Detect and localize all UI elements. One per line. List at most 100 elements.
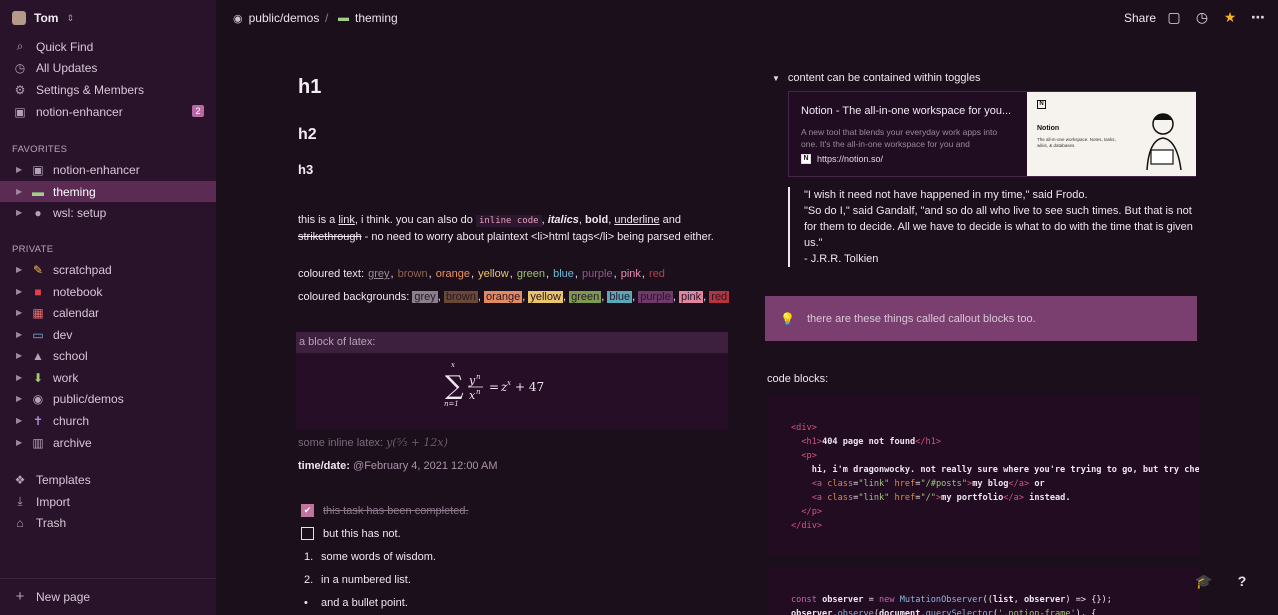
breadcrumb-label: theming <box>355 11 398 25</box>
coloured-text-brown: brown <box>397 268 428 280</box>
breadcrumb-public-demos[interactable]: ◉ public/demos <box>233 11 319 25</box>
toggle-arrow-icon[interactable]: ▶ <box>16 187 26 196</box>
toggle-block[interactable]: ▼ content can be contained within toggle… <box>772 72 981 84</box>
coloured-background-pink: pink <box>678 291 704 303</box>
coloured-background-green: green <box>569 291 602 303</box>
sidebar-item-scratchpad[interactable]: ▶ ✎ scratchpad <box>0 259 216 280</box>
quote-block: "I wish it need not have happened in my … <box>788 187 1198 267</box>
quote-line: "So do I," said Gandalf, "and so do all … <box>804 205 1193 249</box>
quote-line: "I wish it need not have happened in my … <box>804 189 1088 201</box>
svg-text:y: y <box>468 374 476 387</box>
sidebar-item-settings[interactable]: ⚙ Settings & Members <box>0 79 216 100</box>
sidebar-item-all-updates[interactable]: ◷ All Updates <box>0 57 216 78</box>
list-separator: , <box>390 268 397 280</box>
sidebar-item-label: Trash <box>36 515 67 530</box>
lightbulb-icon[interactable]: 💡 <box>780 312 795 326</box>
latex-label: a block of latex: <box>296 332 728 353</box>
checkbox-checked[interactable]: ✔ <box>301 504 314 517</box>
strikethrough-text: strikethrough <box>298 231 362 243</box>
sidebar-item-notebook[interactable]: ▶ ■ notebook <box>0 281 216 302</box>
quote-attribution: - J.R.R. Tolkien <box>804 253 879 265</box>
sidebar-item-archive[interactable]: ▶ ▥ archive <box>0 432 216 453</box>
sidebar-item-quick-find[interactable]: ⌕ Quick Find <box>0 36 216 57</box>
callout-text: there are these things called callout bl… <box>806 312 1036 325</box>
sidebar-item-label: dev <box>53 327 73 342</box>
sidebar-item-notion-enhancer[interactable]: ▣ notion-enhancer 2 <box>0 101 216 122</box>
text-run: and <box>659 214 682 226</box>
toggle-open-icon[interactable]: ▼ <box>772 74 780 83</box>
toggle-arrow-icon[interactable]: ▶ <box>16 394 26 403</box>
workspace-switcher[interactable]: Tom ⇕ <box>12 10 74 26</box>
inline-link[interactable]: link <box>338 214 355 226</box>
templates-icon: ❖ <box>14 472 26 487</box>
sidebar-item-templates[interactable]: ❖ Templates <box>0 469 216 490</box>
coloured-text-label: coloured text: <box>298 268 365 280</box>
clock-icon: ◷ <box>14 60 26 75</box>
breadcrumb-theming[interactable]: ▬ theming <box>338 11 398 25</box>
sidebar-item-dev[interactable]: ▶ ▭ dev <box>0 324 216 345</box>
eye-icon: ◉ <box>233 12 243 25</box>
toggle-arrow-icon[interactable]: ▶ <box>16 373 26 382</box>
sidebar-item-trash[interactable]: ⌂ Trash <box>0 512 216 533</box>
code-block-html[interactable]: <div> <h1>404 page not found</h1> <p> hi… <box>767 396 1199 556</box>
new-page-button[interactable]: + New page <box>0 586 216 607</box>
toggle-arrow-icon[interactable]: ▶ <box>16 208 26 217</box>
history-icon[interactable]: ◷ <box>1194 9 1210 25</box>
sidebar-item-theming[interactable]: ▶ ▬ theming <box>0 181 216 202</box>
heading-1: h1 <box>298 76 322 98</box>
sidebar-item-label: scratchpad <box>53 262 112 277</box>
bold-text: bold <box>585 214 609 226</box>
svg-text:x: x <box>469 389 476 402</box>
sidebar-item-label: school <box>53 348 88 363</box>
checkbox-unchecked[interactable] <box>301 527 314 540</box>
bookmark-url-text: https://notion.so/ <box>817 154 884 164</box>
bookmark-card[interactable]: Notion - The all-in-one workspace for yo… <box>788 91 1196 177</box>
coloured-text-blue: blue <box>553 268 574 280</box>
eye-icon: ◉ <box>32 391 44 406</box>
sidebar-item-calendar[interactable]: ▶ ▦ calendar <box>0 302 216 323</box>
svg-text:n: n <box>476 388 481 396</box>
sidebar-item-notion-enhancer-fav[interactable]: ▶ ▣ notion-enhancer <box>0 159 216 180</box>
sidebar-item-school[interactable]: ▶ ▲ school <box>0 345 216 366</box>
toggle-arrow-icon[interactable]: ▶ <box>16 438 26 447</box>
graduation-cap-icon[interactable]: 🎓 <box>1194 571 1214 591</box>
page-icon: ▣ <box>32 162 44 177</box>
sidebar-item-label: archive <box>53 435 92 450</box>
coloured-background-grey: grey <box>412 291 438 303</box>
comments-icon[interactable]: ▢ <box>1166 9 1182 25</box>
sidebar-item-wsl-setup[interactable]: ▶ ● wsl: setup <box>0 202 216 223</box>
sidebar-divider <box>0 578 216 579</box>
sidebar-item-label: theming <box>53 184 96 199</box>
thumbnail-subtitle: The all-in-one workspace. Notes, tasks, … <box>1037 137 1116 148</box>
coloured-backgrounds-list: grey, brown, orange, yellow, green, blue… <box>412 291 730 303</box>
toggle-arrow-icon[interactable]: ▶ <box>16 416 26 425</box>
gear-icon: ⚙ <box>14 82 26 97</box>
toggle-arrow-icon[interactable]: ▶ <box>16 287 26 296</box>
sidebar-item-import[interactable]: ⤓ Import <box>0 491 216 512</box>
sidebar-item-public-demos[interactable]: ▶ ◉ public/demos <box>0 388 216 409</box>
bookmark-url: N https://notion.so/ <box>801 154 883 164</box>
numbered-list-item: 2. in a numbered list. <box>304 574 411 586</box>
toggle-arrow-icon[interactable]: ▶ <box>16 165 26 174</box>
datetime-line: time/date: @February 4, 2021 12:00 AM <box>298 460 498 472</box>
toggle-arrow-icon[interactable]: ▶ <box>16 330 26 339</box>
list-separator: , <box>613 268 620 280</box>
more-options-icon[interactable]: ⋯ <box>1250 9 1266 25</box>
sidebar-item-work[interactable]: ▶ ⬇ work <box>0 367 216 388</box>
latex-block[interactable]: x ∑ n=1 y n x n = z x + 47 <box>296 353 728 429</box>
sidebar-item-church[interactable]: ▶ ✝ church <box>0 410 216 431</box>
cap-icon: ▲ <box>32 348 44 363</box>
todo-item: ✔ this task has been completed. <box>301 504 469 517</box>
inline-latex-equation[interactable]: y(⁵⁄₃ + 12x) <box>386 436 448 449</box>
list-separator: , <box>509 268 516 280</box>
favorite-star-icon[interactable]: ★ <box>1222 9 1238 25</box>
toggle-arrow-icon[interactable]: ▶ <box>16 308 26 317</box>
help-question-icon[interactable]: ? <box>1232 571 1252 591</box>
code-block-js[interactable]: const observer = new MutationObserver((l… <box>767 567 1199 615</box>
sidebar-item-label: work <box>53 370 79 385</box>
toggle-arrow-icon[interactable]: ▶ <box>16 351 26 360</box>
date-mention[interactable]: @February 4, 2021 12:00 AM <box>353 460 497 472</box>
toggle-arrow-icon[interactable]: ▶ <box>16 265 26 274</box>
coloured-background-blue: blue <box>607 291 633 303</box>
share-button[interactable]: Share <box>1124 11 1156 25</box>
